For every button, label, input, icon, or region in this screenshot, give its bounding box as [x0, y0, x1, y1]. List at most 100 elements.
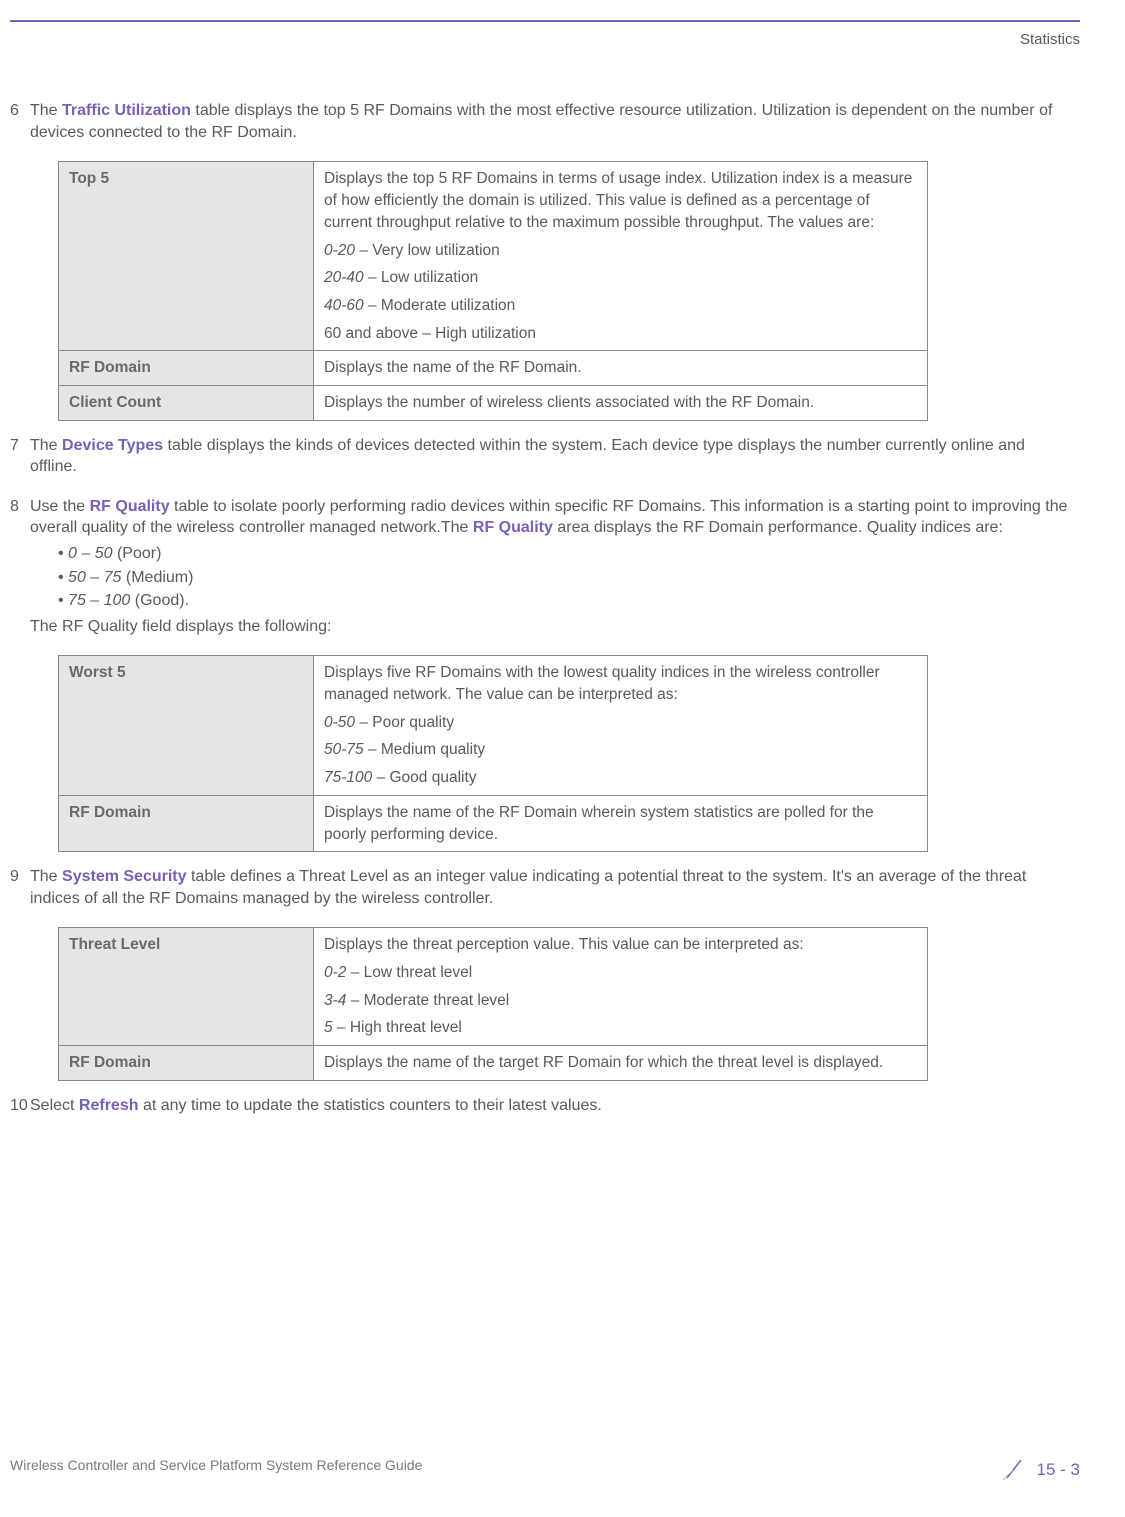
- italic-text: 0 – 50: [68, 545, 112, 562]
- text: – Good quality: [372, 769, 476, 786]
- row-description: Displays the number of wireless clients …: [314, 385, 928, 420]
- desc-line: 0-50 – Poor quality: [324, 712, 917, 734]
- row-label: Top 5: [59, 162, 314, 351]
- italic-text: 50-75: [324, 741, 364, 758]
- text: (Medium): [121, 569, 193, 586]
- bold-term: RF Quality: [473, 519, 553, 536]
- desc-line: Displays the threat perception value. Th…: [324, 934, 917, 956]
- bold-term: Traffic Utilization: [62, 102, 191, 119]
- row-description: Displays the top 5 RF Domains in terms o…: [314, 162, 928, 351]
- step-number: 7: [10, 435, 30, 457]
- italic-text: 50 – 75: [68, 569, 121, 586]
- table-row: Threat Level Displays the threat percepti…: [59, 928, 928, 1046]
- italic-text: 40-60: [324, 297, 364, 314]
- definition-table: Top 5Displays the top 5 RF Domains in te…: [58, 161, 928, 420]
- italic-text: 75-100: [324, 769, 372, 786]
- slash-icon: [1001, 1456, 1027, 1487]
- table-row: RF Domain Displays the name of the target…: [59, 1046, 928, 1081]
- italic-text: 3-4: [324, 992, 346, 1009]
- desc-line: Displays the top 5 RF Domains in terms o…: [324, 168, 917, 233]
- footer-page: 15 - 3: [1001, 1456, 1080, 1487]
- step-section: 9The System Security table defines a Thr…: [10, 866, 1080, 909]
- bold-term: Device Types: [62, 437, 163, 454]
- row-label: RF Domain: [59, 795, 314, 851]
- row-description: Displays the name of the RF Domain.: [314, 351, 928, 386]
- row-label: Threat Level: [59, 928, 314, 1046]
- row-label: Worst 5: [59, 656, 314, 795]
- row-description: Displays the threat perception value. Th…: [314, 928, 928, 1046]
- text: – Very low utilization: [355, 242, 500, 259]
- list-item: 75 – 100 (Good).: [58, 590, 1075, 612]
- post-bullets-text: The RF Quality field displays the follow…: [30, 616, 1075, 638]
- step-section: 6The Traffic Utilization table displays …: [10, 100, 1080, 143]
- row-label: RF Domain: [59, 1046, 314, 1081]
- page-number: 15 - 3: [1037, 1460, 1080, 1479]
- row-label: RF Domain: [59, 351, 314, 386]
- step-intro: The System Security table defines a Thre…: [30, 866, 1075, 909]
- step-number: 6: [10, 100, 30, 122]
- text: (Good).: [130, 592, 189, 609]
- step-number: 9: [10, 866, 30, 888]
- text: The: [30, 868, 62, 885]
- table-row: Client CountDisplays the number of wirel…: [59, 385, 928, 420]
- step-section: 7The Device Types table displays the kin…: [10, 435, 1080, 478]
- desc-line: Displays the name of the RF Domain.: [324, 357, 917, 379]
- text: – Moderate utilization: [364, 297, 516, 314]
- footer-title: Wireless Controller and Service Platform…: [10, 1456, 422, 1475]
- text: table displays the kinds of devices dete…: [30, 437, 1025, 476]
- table-row: RF DomainDisplays the name of the RF Dom…: [59, 795, 928, 851]
- page-footer: Wireless Controller and Service Platform…: [10, 1456, 1080, 1487]
- desc-line: 60 and above – High utilization: [324, 323, 917, 345]
- text: The: [30, 437, 62, 454]
- step-intro: Select Refresh at any time to update the…: [30, 1095, 1075, 1117]
- list-item: 0 – 50 (Poor): [58, 543, 1075, 565]
- desc-line: 3-4 – Moderate threat level: [324, 990, 917, 1012]
- text: The: [30, 102, 62, 119]
- text: – Medium quality: [364, 741, 485, 758]
- desc-line: 0-20 – Very low utilization: [324, 240, 917, 262]
- row-description: Displays the name of the target RF Domai…: [314, 1046, 928, 1081]
- text: Select: [30, 1097, 79, 1114]
- step-section: 8Use the RF Quality table to isolate poo…: [10, 496, 1080, 638]
- text: Use the: [30, 498, 90, 515]
- bullet-list: 0 – 50 (Poor)50 – 75 (Medium)75 – 100 (G…: [58, 543, 1075, 612]
- text: – High threat level: [333, 1019, 462, 1036]
- text: – Poor quality: [355, 714, 454, 731]
- italic-text: 0-20: [324, 242, 355, 259]
- step-intro: The Traffic Utilization table displays t…: [30, 100, 1075, 143]
- table-row: RF Domain Displays the name of the RF Dom…: [59, 351, 928, 386]
- desc-line: 0-2 – Low threat level: [324, 962, 917, 984]
- text: – Moderate threat level: [346, 992, 509, 1009]
- desc-line: Displays the name of the RF Domain where…: [324, 802, 917, 845]
- desc-line: 40-60 – Moderate utilization: [324, 295, 917, 317]
- italic-text: 20-40: [324, 269, 364, 286]
- text: area displays the RF Domain performance.…: [553, 519, 1003, 536]
- row-description: Displays the name of the RF Domain where…: [314, 795, 928, 851]
- step-intro: The Device Types table displays the kind…: [30, 435, 1075, 478]
- desc-line: Displays the number of wireless clients …: [324, 392, 917, 414]
- step-body: Select Refresh at any time to update the…: [30, 1095, 1075, 1117]
- text: (Poor): [113, 545, 162, 562]
- bold-term: Refresh: [79, 1097, 139, 1114]
- desc-line: 50-75 – Medium quality: [324, 739, 917, 761]
- definition-table: Worst 5Displays five RF Domains with the…: [58, 655, 928, 852]
- step-section: 10Select Refresh at any time to update t…: [10, 1095, 1080, 1117]
- step-body: The Traffic Utilization table displays t…: [30, 100, 1075, 143]
- breadcrumb: Statistics: [1020, 31, 1080, 48]
- desc-line: Displays the name of the target RF Domai…: [324, 1052, 917, 1074]
- page-content: 6The Traffic Utilization table displays …: [10, 100, 1080, 1116]
- text: – Low threat level: [346, 964, 472, 981]
- italic-text: 0-50: [324, 714, 355, 731]
- desc-line: 75-100 – Good quality: [324, 767, 917, 789]
- list-item: 50 – 75 (Medium): [58, 567, 1075, 589]
- bold-term: System Security: [62, 868, 187, 885]
- italic-text: 0-2: [324, 964, 346, 981]
- table-row: Worst 5Displays five RF Domains with the…: [59, 656, 928, 795]
- step-body: Use the RF Quality table to isolate poor…: [30, 496, 1075, 638]
- page-header: Statistics: [10, 20, 1080, 50]
- italic-text: 5: [324, 1019, 333, 1036]
- desc-line: 5 – High threat level: [324, 1017, 917, 1039]
- definition-table: Threat Level Displays the threat percepti…: [58, 927, 928, 1080]
- step-number: 10: [10, 1095, 30, 1117]
- row-description: Displays five RF Domains with the lowest…: [314, 656, 928, 795]
